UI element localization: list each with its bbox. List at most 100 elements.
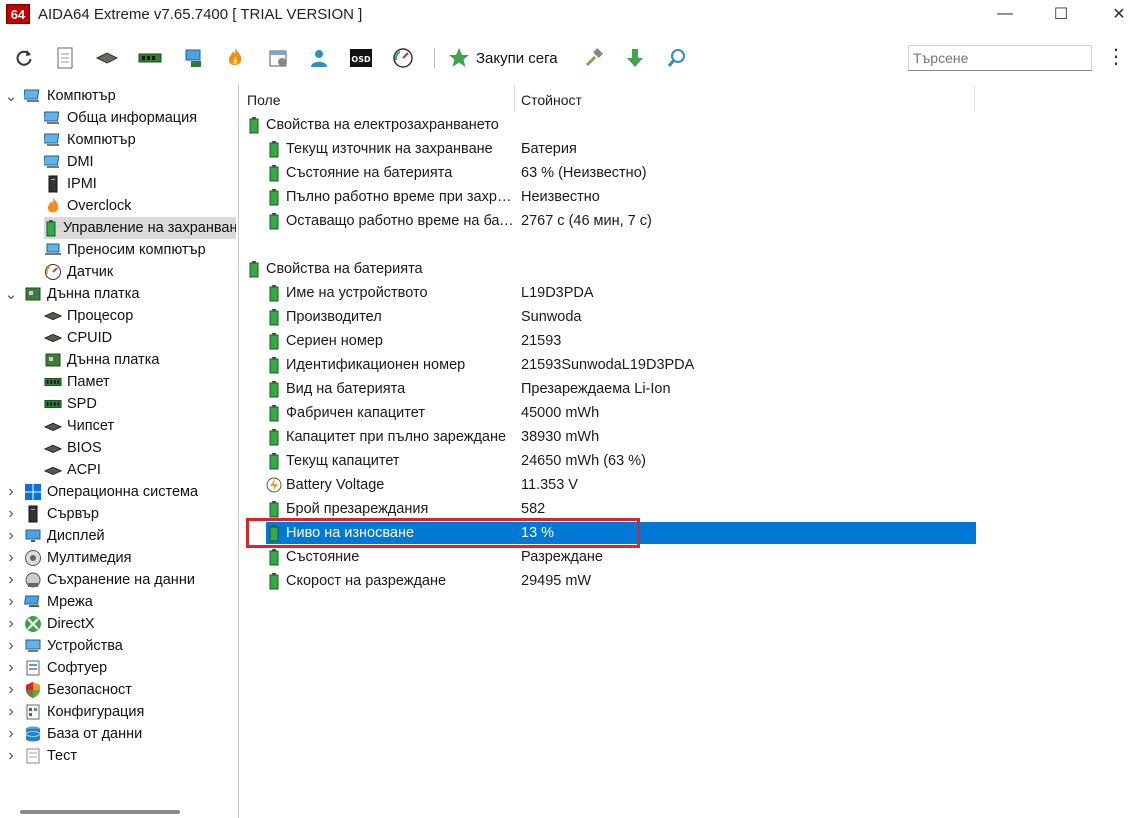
chevron-right-icon[interactable]: › xyxy=(4,637,18,655)
tree-item[interactable]: › Операционна система xyxy=(0,481,198,503)
tree-item[interactable]: Дънна платка xyxy=(44,349,159,371)
network-computer-icon[interactable] xyxy=(180,44,208,72)
report-icon[interactable] xyxy=(51,44,79,72)
chevron-right-icon[interactable]: › xyxy=(4,703,18,721)
list-row[interactable]: Име на устройството L19D3PDA xyxy=(266,282,976,304)
tree-item[interactable]: ACPI xyxy=(44,459,101,481)
calendar-icon[interactable] xyxy=(264,44,292,72)
chevron-down-icon[interactable]: ⌄ xyxy=(4,285,18,303)
close-button[interactable]: ✕ xyxy=(1091,0,1147,28)
motherboard-icon[interactable] xyxy=(93,44,121,72)
row-field: Пълно работно време при захранване от ба… xyxy=(286,189,516,205)
tree-item-label: SPD xyxy=(67,396,97,412)
tree-item[interactable]: IPMI xyxy=(44,173,97,195)
tree-item[interactable]: › Конфигурация xyxy=(0,701,144,723)
download-arrow-icon[interactable] xyxy=(621,44,649,72)
tree-item[interactable]: SPD xyxy=(44,393,97,415)
chevron-right-icon[interactable]: › xyxy=(4,681,18,699)
tree-item[interactable]: › Тест xyxy=(0,745,77,767)
tree-item[interactable]: Преносим компютър xyxy=(44,239,206,261)
chevron-right-icon[interactable]: › xyxy=(4,505,18,523)
list-row[interactable]: Текущ източник на захранване Батерия xyxy=(266,138,976,160)
tree-item[interactable]: DMI xyxy=(44,151,94,173)
tree-item[interactable]: › Сървър xyxy=(0,503,99,525)
tree-item[interactable]: Памет xyxy=(44,371,110,393)
chevron-down-icon[interactable]: ⌄ xyxy=(4,87,18,105)
list-group-header[interactable]: Свойства на батерията xyxy=(246,258,976,280)
tree-item[interactable]: › Съхранение на данни xyxy=(0,569,195,591)
buy-now-button[interactable]: Закупи сега xyxy=(448,44,558,72)
tree-item[interactable]: Чипсет xyxy=(44,415,114,437)
list-row[interactable]: Вид на батерията Презареждаема Li-Ion xyxy=(266,378,976,400)
shield-icon xyxy=(24,681,42,699)
minimize-button[interactable]: — xyxy=(977,0,1033,28)
tree-item[interactable]: › Софтуер xyxy=(0,657,107,679)
tree-item[interactable]: ⌄ Компютър xyxy=(0,85,116,107)
list-group-header[interactable]: Свойства на електрозахранването xyxy=(246,114,976,136)
tools-icon[interactable] xyxy=(580,44,608,72)
chevron-right-icon[interactable]: › xyxy=(4,593,18,611)
list-row[interactable]: Състояние Разреждане xyxy=(266,546,976,568)
list-row[interactable]: Скорост на разреждане 29495 mW xyxy=(266,570,976,592)
column-header-field[interactable]: Поле xyxy=(247,92,281,108)
benchmark-gauge-icon[interactable] xyxy=(389,44,417,72)
list-row[interactable]: Фабричен капацитет 45000 mWh xyxy=(266,402,976,424)
tree-horizontal-scrollbar[interactable] xyxy=(20,810,180,814)
tree-item[interactable]: BIOS xyxy=(44,437,102,459)
chevron-right-icon[interactable]: › xyxy=(4,571,18,589)
osd-icon[interactable]: OSD xyxy=(347,44,375,72)
chevron-right-icon[interactable]: › xyxy=(4,549,18,567)
tree-item[interactable]: › Мрежа xyxy=(0,591,92,613)
row-field: Скорост на разреждане xyxy=(286,573,447,589)
column-header-value[interactable]: Стойност xyxy=(521,92,582,108)
list-row[interactable]: Сериен номер 21593 xyxy=(266,330,976,352)
column-divider[interactable] xyxy=(974,86,975,112)
tree-item[interactable]: Процесор xyxy=(44,305,133,327)
search-icon[interactable] xyxy=(663,44,691,72)
chevron-right-icon[interactable]: › xyxy=(4,615,18,633)
chevron-right-icon[interactable]: › xyxy=(4,527,18,545)
column-divider[interactable] xyxy=(514,86,515,112)
list-row[interactable]: Капацитет при пълно зареждане 38930 mWh xyxy=(266,426,976,448)
battery-icon xyxy=(266,332,282,350)
list-row[interactable]: Текущ капацитет 24650 mWh (63 %) xyxy=(266,450,976,472)
list-row[interactable]: Идентификационен номер 21593SunwodaL19D3P… xyxy=(266,354,976,376)
maximize-button[interactable]: ☐ xyxy=(1033,0,1089,28)
list-row[interactable]: Оставащо работно време на батерията 2767 … xyxy=(266,210,976,232)
list-row[interactable]: Брой презареждания 582 xyxy=(266,498,976,520)
panel-splitter[interactable] xyxy=(238,84,239,818)
chevron-right-icon[interactable]: › xyxy=(4,659,18,677)
toolbar-separator xyxy=(434,48,435,68)
list-row[interactable]: Battery Voltage 11.353 V xyxy=(266,474,976,496)
tree-item[interactable]: ⌄ Дънна платка xyxy=(0,283,140,305)
search-input[interactable] xyxy=(908,45,1092,71)
more-options-icon[interactable]: ⋮ xyxy=(1106,46,1126,70)
tree-item-label: Датчик xyxy=(67,264,114,280)
tree-item[interactable]: › База от данни xyxy=(0,723,142,745)
battery-icon xyxy=(266,380,282,398)
chevron-right-icon[interactable]: › xyxy=(4,483,18,501)
ram-icon[interactable] xyxy=(136,44,164,72)
tree-item[interactable]: Управление на захранването xyxy=(44,217,236,239)
tree-item[interactable]: Компютър xyxy=(44,129,136,151)
refresh-icon[interactable] xyxy=(10,44,38,72)
tree-item[interactable]: Датчик xyxy=(44,261,113,283)
flame-icon[interactable] xyxy=(221,44,249,72)
user-icon[interactable] xyxy=(305,44,333,72)
tree-item[interactable]: › Дисплей xyxy=(0,525,104,547)
tree-item[interactable]: Overclock xyxy=(44,195,131,217)
tree-item-label: DirectX xyxy=(47,616,95,632)
list-row[interactable]: Пълно работно време при захранване от ба… xyxy=(266,186,976,208)
list-row[interactable]: Производител Sunwoda xyxy=(266,306,976,328)
tree-item[interactable]: › Устройства xyxy=(0,635,123,657)
chevron-right-icon[interactable]: › xyxy=(4,725,18,743)
tree-item[interactable]: › DirectX xyxy=(0,613,95,635)
list-row[interactable]: Състояние на батерията 63 % (Неизвестно) xyxy=(266,162,976,184)
chevron-right-icon[interactable]: › xyxy=(4,747,18,765)
tree-item[interactable]: › Безопасност xyxy=(0,679,132,701)
battery-icon xyxy=(266,212,282,230)
tree-item[interactable]: Обща информация xyxy=(44,107,197,129)
tree-item-label: CPUID xyxy=(67,330,113,346)
tree-item[interactable]: CPUID xyxy=(44,327,112,349)
tree-item[interactable]: › Мултимедия xyxy=(0,547,132,569)
